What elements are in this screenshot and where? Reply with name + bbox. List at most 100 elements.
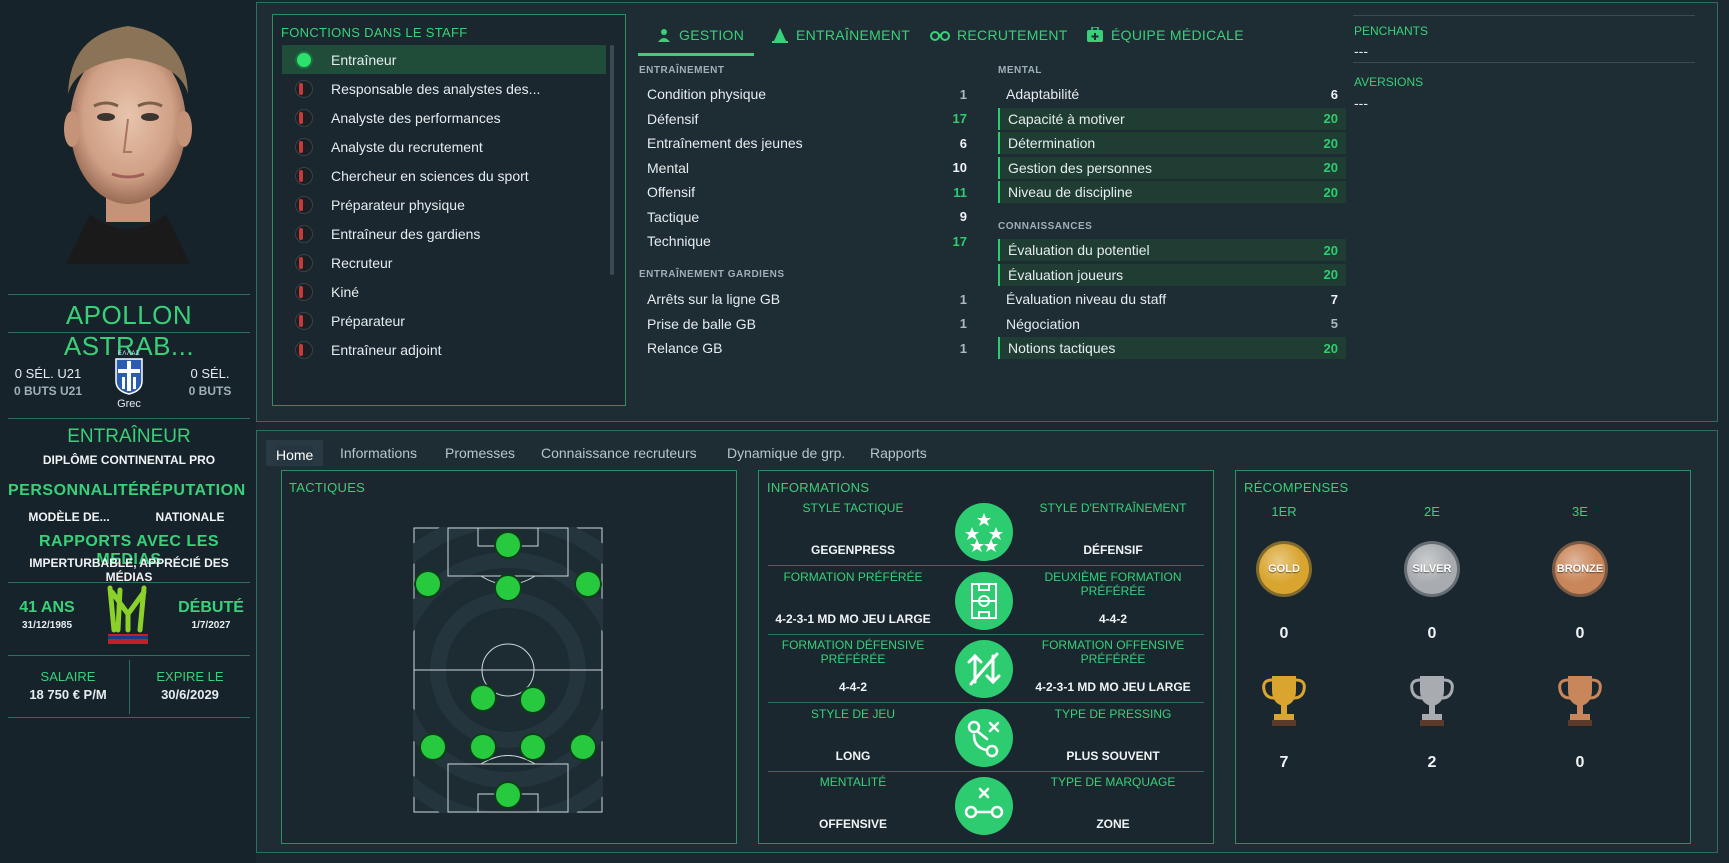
diploma-text: DIPLÔME CONTINENTAL PRO [42, 453, 216, 467]
inactive-role-indicator-icon [295, 224, 313, 243]
attribute-row[interactable]: Capacité à motiver 20 [998, 107, 1346, 130]
attribute-row[interactable]: Entraînement des jeunes 6 [639, 132, 975, 154]
staff-function-label: Analyste des performances [331, 109, 501, 126]
attribute-value: 20 [1323, 184, 1338, 200]
trophy-count: 7 [1279, 754, 1289, 771]
attribute-row[interactable]: Évaluation niveau du staff 7 [998, 288, 1346, 310]
attribute-value: 5 [1330, 316, 1338, 331]
attribute-row[interactable]: Gestion des personnes 20 [998, 156, 1346, 179]
attribute-label: Détermination [1008, 135, 1096, 151]
attribute-value: 20 [1323, 340, 1338, 356]
inactive-role-indicator-icon [295, 108, 313, 127]
informations-title: INFORMATIONS [767, 480, 870, 495]
info-left-value: 4-2-3-1 MD MO JEU LARGE [775, 611, 931, 626]
tab-entrainement[interactable]: ENTRAÎNEMENT [771, 27, 910, 43]
attribute-value: 10 [952, 160, 967, 175]
attribute-row[interactable]: Offensif 11 [639, 181, 975, 203]
staff-function-item[interactable]: Analyste des performances [282, 103, 606, 132]
inactive-role-indicator-icon [295, 340, 313, 359]
tab-home[interactable]: Home [276, 445, 314, 465]
attribute-value: 20 [1323, 135, 1338, 151]
info-right-label: TYPE DE MARQUAGE [1050, 775, 1176, 789]
staff-function-item[interactable]: Préparateur physique [282, 190, 606, 219]
medal-count: 0 [1279, 625, 1289, 642]
tab-promesses[interactable]: Promesses [445, 445, 515, 461]
gold-trophy-icon [1260, 672, 1308, 728]
info-row-divider [768, 702, 1204, 703]
attribute-label: Condition physique [647, 86, 767, 102]
tab-equipe-medicale[interactable]: ÉQUIPE MÉDICALE [1086, 27, 1244, 43]
club-logo-icon[interactable] [104, 584, 152, 646]
tab-recrutement[interactable]: RECRUTEMENT [930, 27, 1068, 43]
inactive-role-indicator-icon [295, 137, 313, 156]
staff-function-item[interactable]: Responsable des analystes des... [282, 74, 606, 103]
staff-function-item[interactable]: Chercheur en sciences du sport [282, 161, 606, 190]
inactive-role-indicator-icon [295, 195, 313, 214]
staff-function-item[interactable]: Entraîneur des gardiens [282, 219, 606, 248]
attribute-row[interactable]: Niveau de discipline 20 [998, 181, 1346, 203]
attribute-row[interactable]: Prise de balle GB 1 [639, 313, 975, 335]
personality-label: PERSONNALITÉ [8, 482, 140, 499]
medal-label: GOLD [1268, 563, 1300, 575]
staff-profile-sidebar: APOLLON ASTRAB... 0 SÉL. U21 0 BUTS U21 … [0, 0, 256, 863]
personality-value[interactable]: MODÈLE DE... [8, 510, 130, 524]
attribute-row[interactable]: Condition physique 1 [639, 83, 975, 105]
attribute-row[interactable]: Mental 10 [639, 157, 975, 179]
info-left-value: OFFENSIVE [818, 817, 887, 831]
staff-function-label: Kiné [331, 283, 360, 300]
attribute-row[interactable]: Technique 17 [639, 230, 975, 252]
attribute-label: Entraînement des jeunes [647, 135, 803, 151]
attribute-value: 6 [1330, 86, 1338, 102]
active-role-indicator-icon [295, 50, 313, 69]
attribute-row[interactable]: Notions tactiques 20 [998, 337, 1346, 359]
attribute-value: 1 [959, 86, 967, 102]
attribute-label: Négociation [1006, 315, 1080, 332]
tab-connaissance-recruteurs[interactable]: Connaissance recruteurs [541, 445, 697, 461]
staff-function-label: Préparateur [331, 312, 405, 329]
staff-function-item[interactable]: Préparateur [282, 306, 606, 335]
staff-function-label: Analyste du recrutement [331, 138, 483, 155]
reward-rank-label: 3E [1572, 504, 1588, 519]
tab-informations[interactable]: Informations [340, 445, 417, 461]
tab-gestion[interactable]: GESTION [656, 27, 744, 43]
attribute-label: Adaptabilité [1006, 86, 1080, 102]
info-right-value: DÉFENSIF [1083, 543, 1143, 557]
attribute-label: Relance GB [647, 340, 723, 356]
attribute-row[interactable]: Arrêts sur la ligne GB 1 [639, 288, 975, 310]
info-right-value: 4-4-2 [1098, 611, 1127, 626]
info-left-label: FORMATION DÉFENSIVE PRÉFÉRÉE [781, 638, 925, 666]
staff-portrait [64, 26, 192, 264]
info-right-label: TYPE DE PRESSING [1054, 706, 1172, 721]
staff-function-item[interactable]: Analyste du recrutement [282, 132, 606, 161]
tab-rapports[interactable]: Rapports [870, 445, 927, 461]
staff-function-item[interactable]: Entraîneur adjoint [282, 335, 606, 364]
attribute-value: 11 [953, 184, 967, 200]
reputation-label: RÉPUTATION [139, 482, 246, 499]
goalkeeping-heading: ENTRAÎNEMENT GARDIENS [639, 269, 785, 280]
staff-function-label: Entraîneur [331, 51, 397, 68]
staff-function-item[interactable]: Recruteur [282, 248, 606, 277]
attribute-value: 20 [1323, 242, 1338, 258]
info-left-label: MENTALITÉ [819, 775, 887, 789]
medal-label: BRONZE [1556, 563, 1604, 575]
attribute-row[interactable]: Évaluation joueurs 20 [998, 263, 1346, 286]
staff-function-label: Entraîneur des gardiens [331, 225, 481, 242]
attribute-row[interactable]: Évaluation du potentiel 20 [998, 239, 1346, 261]
trophy-count: 2 [1427, 754, 1437, 771]
staff-function-label: Préparateur physique [331, 196, 465, 213]
inactive-role-indicator-icon [295, 166, 313, 185]
rewards-title: RÉCOMPENSES [1244, 480, 1349, 495]
nationality-label: Grec [117, 398, 141, 410]
attribute-row[interactable]: Détermination 20 [998, 132, 1346, 154]
staff-function-item[interactable]: Entraîneur [282, 45, 606, 74]
tactics-pitch[interactable] [413, 527, 603, 813]
staff-functions-scrollbar[interactable] [610, 45, 614, 275]
attribute-row[interactable]: Adaptabilité 6 [998, 83, 1346, 105]
attribute-row[interactable]: Tactique 9 [639, 206, 975, 228]
staff-function-item[interactable]: Kiné [282, 277, 606, 306]
attribute-row[interactable]: Défensif 17 [639, 108, 975, 130]
attribute-row[interactable]: Relance GB 1 [639, 337, 975, 359]
tab-dynamique-de-groupe[interactable]: Dynamique de grp. [727, 445, 845, 461]
attribute-row[interactable]: Négociation 5 [998, 313, 1346, 335]
medical-kit-icon [1087, 27, 1103, 42]
